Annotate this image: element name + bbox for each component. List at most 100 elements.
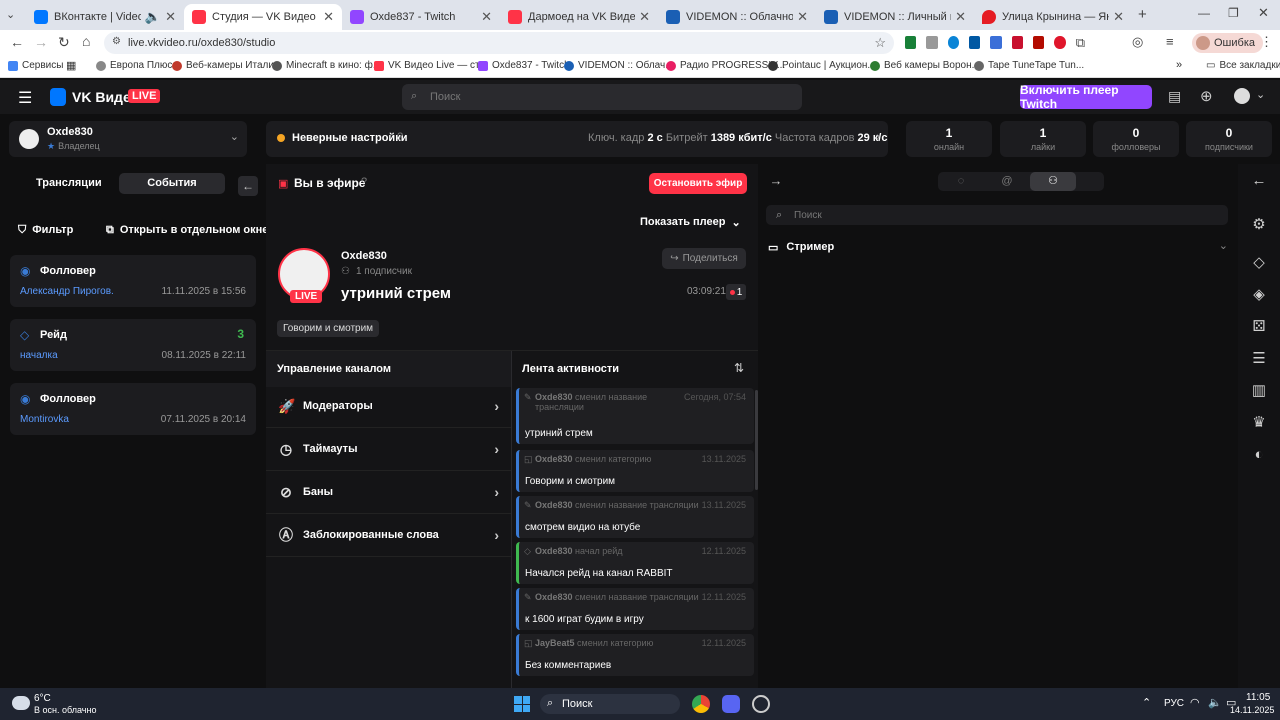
- close-tab-icon[interactable]: ✕: [165, 9, 176, 25]
- moderators-row[interactable]: 🚀 Модераторы ›: [266, 385, 511, 428]
- list-icon[interactable]: ☰: [1250, 350, 1268, 368]
- open-window-button[interactable]: ⧉ Открыть в отдельном окне: [106, 224, 268, 237]
- star-icon[interactable]: ☆: [874, 35, 886, 51]
- home-icon[interactable]: ⌂: [82, 33, 90, 49]
- chart-icon[interactable]: ▥: [1250, 382, 1268, 400]
- close-tab-icon[interactable]: ✕: [323, 9, 334, 25]
- bookmark-item[interactable]: VK Видео Live — ст...: [374, 60, 487, 71]
- event-user[interactable]: началка: [20, 350, 58, 361]
- chat-bubble-icon[interactable]: ◐: [1250, 446, 1268, 464]
- bookmark-item[interactable]: Веб-камеры Италии: [172, 60, 280, 71]
- trophy-icon[interactable]: ♛: [1250, 414, 1268, 432]
- tab-1[interactable]: Студия — VK Видео Live ✕: [184, 4, 342, 30]
- bookmark-item[interactable]: Сервисы: [8, 60, 63, 71]
- help-icon[interactable]: ?: [361, 176, 367, 188]
- tab-3[interactable]: Дармоед на VK Видео Live – с ✕: [500, 4, 658, 30]
- clock-time[interactable]: 11:05: [1246, 692, 1270, 703]
- mute-icon[interactable]: 🔈: [145, 9, 161, 25]
- chrome-icon[interactable]: [692, 695, 710, 713]
- grid-icon[interactable]: ▦: [66, 59, 76, 72]
- hamburger-menu-icon[interactable]: ☰: [18, 88, 32, 108]
- blocked-words-row[interactable]: Ⓐ Заблокированные слова ›: [266, 514, 511, 557]
- users-search-input[interactable]: ⌕ Поиск: [766, 205, 1228, 225]
- language[interactable]: РУС: [1164, 698, 1184, 709]
- event-item[interactable]: ◇ Рейд 3 началка 08.11.2025 в 22:11: [10, 319, 256, 371]
- expand-arrow-icon[interactable]: →: [766, 173, 786, 191]
- tab-2[interactable]: Oxde837 - Twitch ✕: [342, 4, 500, 30]
- windows-start-icon[interactable]: [514, 696, 530, 712]
- feed-icon[interactable]: ▤: [1168, 88, 1181, 105]
- search-input[interactable]: ⌕ Поиск: [402, 84, 802, 110]
- profile-error-button[interactable]: Ошибка: [1192, 33, 1263, 53]
- more-bookmarks-icon[interactable]: »: [1176, 59, 1182, 71]
- close-window-icon[interactable]: ✕: [1258, 5, 1269, 21]
- bookmark-item[interactable]: VIDEMON :: Облач...: [564, 60, 674, 71]
- mentions-tab-icon[interactable]: @: [984, 172, 1030, 191]
- extension-icon[interactable]: [905, 36, 917, 49]
- bookmark-item[interactable]: Pointauc | Аукцион...: [768, 60, 876, 71]
- extension-icon[interactable]: [1011, 36, 1024, 49]
- all-bookmarks[interactable]: ▭ Все закладки: [1206, 60, 1280, 71]
- translate-icon[interactable]: [990, 36, 1002, 49]
- restore-icon[interactable]: ❐: [1228, 6, 1239, 20]
- back-icon[interactable]: ←: [10, 34, 24, 50]
- speaker-icon[interactable]: 🔈: [1208, 696, 1222, 709]
- avatar[interactable]: [1234, 88, 1250, 104]
- extension-icon[interactable]: [1054, 36, 1066, 49]
- discord-icon[interactable]: [722, 695, 740, 713]
- streamer-section[interactable]: ▭ Стример ⌄: [768, 239, 1228, 255]
- help-icon[interactable]: ?: [397, 131, 403, 143]
- media-icon[interactable]: ≡: [1166, 34, 1174, 49]
- event-user[interactable]: Montirovka: [20, 414, 69, 425]
- stop-stream-button[interactable]: Остановить эфир: [649, 173, 747, 194]
- dice-icon[interactable]: ⚄: [1250, 318, 1268, 336]
- channel-switcher[interactable]: Oxde830 ★ Владелец ⌄: [9, 121, 247, 157]
- tab-6[interactable]: Улица Крынина — Яндекс Кар ✕: [974, 4, 1132, 30]
- filter-button[interactable]: ⛉ Фильтр: [18, 224, 73, 237]
- forward-icon[interactable]: →: [34, 34, 48, 50]
- pdf-icon[interactable]: [1033, 36, 1045, 49]
- bookmark-item[interactable]: Oxde837 - Twitch: [478, 60, 570, 71]
- menu-dots-icon[interactable]: ⋮: [1260, 34, 1273, 50]
- tab-5[interactable]: VIDEMON :: Личный кабинет ✕: [816, 4, 974, 30]
- close-tab-icon[interactable]: ✕: [797, 9, 808, 25]
- chat-tab-icon[interactable]: ◌: [938, 172, 984, 191]
- bookmark-item[interactable]: Европа Плюс: [96, 60, 172, 71]
- new-tab-icon[interactable]: +: [1138, 6, 1147, 23]
- streamer-name[interactable]: Oxde830: [341, 250, 387, 262]
- event-user[interactable]: Александр Пирогов.: [20, 286, 114, 297]
- wifi-icon[interactable]: ◠: [1190, 696, 1200, 709]
- reload-icon[interactable]: ↻: [58, 34, 70, 51]
- share-button[interactable]: ↪ Поделиться: [662, 248, 746, 269]
- url-input[interactable]: ⚙ live.vkvideo.ru/oxde830/studio ☆: [104, 32, 894, 54]
- temperature[interactable]: 6°C: [34, 693, 51, 704]
- enable-twitch-player-button[interactable]: Включить плеер Twitch: [1020, 83, 1152, 111]
- bans-row[interactable]: ⊘ Баны ›: [266, 471, 511, 514]
- bookmark-item[interactable]: Tape TuneTape Tun...: [974, 60, 1084, 71]
- gem-icon[interactable]: ◈: [1250, 286, 1268, 304]
- tab-4[interactable]: VIDEMON :: Облачное видео ✕: [658, 4, 816, 30]
- profile-switch-icon[interactable]: ◎: [1132, 34, 1143, 50]
- weather[interactable]: В осн. облачно: [34, 705, 96, 715]
- puzzle-icon[interactable]: ⧉: [1076, 36, 1085, 50]
- bookmark-item[interactable]: Minecraft в кино: ф...: [272, 60, 381, 71]
- extension-icon[interactable]: [926, 36, 938, 49]
- event-item[interactable]: ◉ Фолловер Montirovka 07.11.2025 в 20:14: [10, 383, 256, 435]
- category-tag[interactable]: Говорим и смотрим: [277, 320, 380, 337]
- feed-settings-icon[interactable]: ⇅: [734, 361, 744, 375]
- diamond-icon[interactable]: ◇: [1250, 254, 1268, 272]
- chevron-down-icon[interactable]: ⌄: [1256, 88, 1265, 101]
- tab-0[interactable]: ВКонтакте | Video Ext 🔈 ✕: [26, 4, 184, 30]
- gear-icon[interactable]: ⚙: [1250, 216, 1268, 234]
- bookmark-item[interactable]: Веб камеры Ворон...: [870, 60, 980, 71]
- show-player-button[interactable]: Показать плеер ⌄: [640, 212, 746, 232]
- extension-icon[interactable]: [969, 36, 981, 49]
- collapse-arrow-icon[interactable]: ←: [1250, 172, 1268, 190]
- clock-date[interactable]: 14.11.2025: [1230, 705, 1274, 715]
- tab-events[interactable]: События: [119, 173, 225, 194]
- chevron-up-icon[interactable]: ⌃: [1142, 696, 1151, 709]
- close-tab-icon[interactable]: ✕: [639, 9, 650, 25]
- event-item[interactable]: ◉ Фолловер Александр Пирогов. 11.11.2025…: [10, 255, 256, 307]
- timeouts-row[interactable]: ◷ Таймауты ›: [266, 428, 511, 471]
- users-tab-icon[interactable]: ⚇: [1030, 172, 1076, 191]
